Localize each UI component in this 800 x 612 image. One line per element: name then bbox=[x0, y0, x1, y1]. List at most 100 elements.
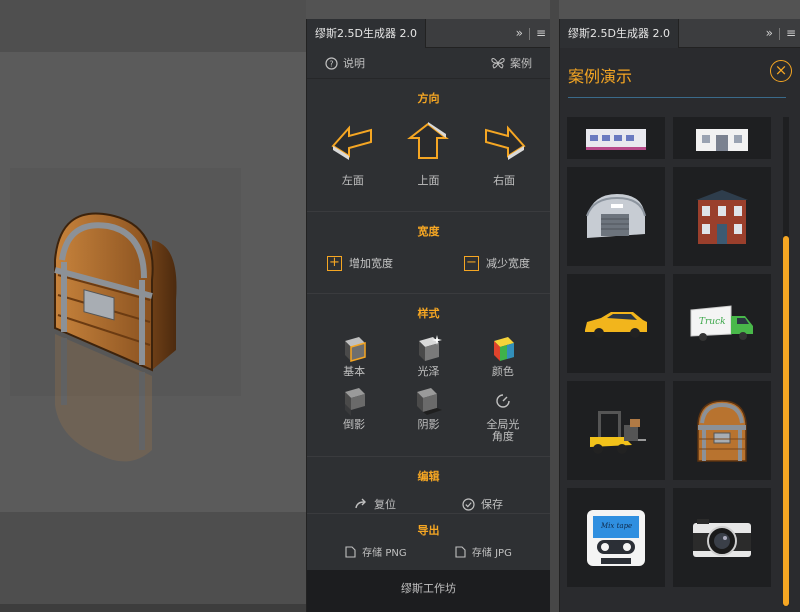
house-partial-icon bbox=[696, 129, 748, 151]
panel-menu-icon[interactable]: ≡ bbox=[786, 19, 796, 48]
examples-list: Truck Mix tape bbox=[567, 117, 773, 612]
close-icon[interactable]: × bbox=[770, 60, 792, 82]
direction-section: 方向 左面 上面 右面 bbox=[307, 79, 550, 212]
cube-shadow-icon bbox=[417, 388, 443, 415]
reset-label: 复位 bbox=[374, 498, 396, 511]
decrease-width-button[interactable]: − 减少宽度 bbox=[464, 255, 530, 271]
save-png-button[interactable]: 存储 PNG bbox=[345, 544, 407, 559]
file-icon bbox=[455, 545, 466, 558]
edit-section: 编辑 复位 保存 bbox=[307, 457, 550, 514]
example-tile[interactable] bbox=[673, 488, 771, 587]
hangar-icon bbox=[586, 193, 646, 238]
export-title: 导出 bbox=[417, 524, 440, 537]
light-angle-icon bbox=[496, 394, 510, 408]
examples-scroll-thumb[interactable] bbox=[783, 236, 789, 606]
check-circle-icon bbox=[462, 497, 475, 511]
generator-tab[interactable]: 缪斯2.5D生成器 2.0 bbox=[307, 19, 426, 48]
examples-tab-controls: » ≡ bbox=[766, 19, 796, 48]
question-circle-icon: ? bbox=[325, 56, 338, 70]
cube-gloss-icon bbox=[419, 335, 443, 361]
example-tile[interactable] bbox=[673, 167, 771, 266]
help-link[interactable]: ? 说明 bbox=[325, 55, 365, 71]
forklift-icon bbox=[590, 410, 646, 454]
direction-top-label: 上面 bbox=[417, 174, 440, 187]
example-tile[interactable]: Truck bbox=[673, 274, 771, 373]
panel-footer: 缪斯工作坊 bbox=[307, 570, 550, 612]
reset-button[interactable]: 复位 bbox=[354, 496, 396, 512]
style-buttons: 基本 光泽 颜色 倒影 阴影 全局光 角度 bbox=[307, 321, 550, 453]
building-partial-icon bbox=[586, 129, 646, 150]
tab-control-separator bbox=[778, 27, 780, 40]
example-tile[interactable] bbox=[567, 381, 665, 480]
examples-link[interactable]: 案例 bbox=[491, 55, 532, 71]
export-section: 导出 存储 PNG 存储 JPG bbox=[307, 514, 550, 570]
taxi-car-icon bbox=[585, 311, 647, 338]
increase-width-button[interactable]: + 增加宽度 bbox=[327, 255, 393, 271]
direction-top-button[interactable]: 上面 bbox=[393, 120, 463, 188]
canvas-band-bottom bbox=[0, 512, 306, 612]
help-label: 说明 bbox=[343, 57, 365, 70]
save-button[interactable]: 保存 bbox=[462, 496, 503, 512]
example-tile[interactable] bbox=[567, 117, 665, 159]
collapse-panel-icon[interactable]: » bbox=[516, 19, 523, 48]
direction-left-label: 左面 bbox=[341, 174, 364, 187]
style-title: 样式 bbox=[417, 307, 440, 320]
direction-right-label: 右面 bbox=[493, 174, 516, 187]
generator-panel: 缪斯2.5D生成器 2.0 » ≡ ? 说明 案例 方向 左面 上面 右面 宽度… bbox=[306, 19, 550, 612]
style-basic-button[interactable]: 基本 bbox=[317, 333, 391, 378]
top-links-bar: ? 说明 案例 bbox=[307, 48, 550, 79]
cassette-tape-icon: Mix tape bbox=[587, 509, 645, 566]
file-icon bbox=[345, 545, 356, 558]
delivery-truck-icon: Truck bbox=[690, 304, 753, 341]
width-title: 宽度 bbox=[417, 225, 440, 238]
examples-label: 案例 bbox=[510, 57, 532, 70]
arrow-right-icon bbox=[485, 125, 526, 160]
wooden-chest-artwork bbox=[54, 212, 177, 462]
save-jpg-button[interactable]: 存储 JPG bbox=[455, 544, 512, 559]
direction-title: 方向 bbox=[417, 92, 440, 105]
style-global-light-label: 全局光 角度 bbox=[486, 418, 520, 443]
width-buttons: + 增加宽度 − 减少宽度 bbox=[307, 239, 550, 289]
svg-text:?: ? bbox=[329, 59, 333, 68]
examples-grid: Truck Mix tape bbox=[567, 117, 773, 587]
svg-text:Mix tape: Mix tape bbox=[600, 522, 632, 530]
direction-left-button[interactable]: 左面 bbox=[318, 120, 388, 188]
examples-tab[interactable]: 缪斯2.5D生成器 2.0 bbox=[560, 19, 679, 48]
example-tile[interactable] bbox=[567, 274, 665, 373]
examples-title: 案例演示 bbox=[568, 67, 633, 86]
style-section: 样式 基本 光泽 颜色 倒影 阴影 全局光 角度 bbox=[307, 294, 550, 457]
brick-house-icon bbox=[696, 189, 748, 244]
cube-basic-icon bbox=[345, 337, 366, 362]
style-reflection-label: 倒影 bbox=[343, 418, 366, 431]
arrow-up-icon bbox=[407, 122, 450, 159]
style-global-light-button[interactable]: 全局光 角度 bbox=[466, 386, 540, 443]
style-gloss-button[interactable]: 光泽 bbox=[391, 333, 465, 378]
save-png-label: 存储 PNG bbox=[362, 548, 407, 559]
example-tile[interactable] bbox=[567, 167, 665, 266]
example-tile[interactable] bbox=[673, 117, 771, 159]
arrow-left-icon bbox=[331, 125, 372, 160]
butterfly-icon bbox=[491, 58, 505, 69]
wooden-chest-icon bbox=[697, 399, 747, 462]
generator-tabbar: 缪斯2.5D生成器 2.0 » ≡ bbox=[307, 19, 550, 48]
style-color-label: 颜色 bbox=[491, 365, 514, 378]
example-tile[interactable] bbox=[673, 381, 771, 480]
examples-header: 案例演示 × bbox=[568, 48, 792, 98]
collapse-panel-icon[interactable]: » bbox=[766, 19, 773, 48]
panel-menu-icon[interactable]: ≡ bbox=[536, 19, 546, 48]
examples-tabbar: 缪斯2.5D生成器 2.0 » ≡ bbox=[560, 19, 800, 48]
example-tile[interactable]: Mix tape bbox=[567, 488, 665, 587]
style-color-button[interactable]: 颜色 bbox=[466, 333, 540, 378]
style-basic-label: 基本 bbox=[343, 365, 366, 378]
panel-gap bbox=[550, 0, 559, 612]
examples-scrollbar[interactable] bbox=[783, 117, 789, 606]
plus-icon: + bbox=[327, 255, 342, 271]
minus-icon: − bbox=[464, 255, 479, 271]
style-reflection-button[interactable]: 倒影 bbox=[317, 386, 391, 443]
cube-reflection-icon bbox=[345, 388, 366, 416]
export-buttons: 存储 PNG 存储 JPG bbox=[307, 538, 550, 569]
style-shadow-button[interactable]: 阴影 bbox=[391, 386, 465, 443]
style-gloss-label: 光泽 bbox=[417, 365, 440, 378]
direction-right-button[interactable]: 右面 bbox=[469, 120, 539, 188]
save-label: 保存 bbox=[481, 498, 503, 511]
